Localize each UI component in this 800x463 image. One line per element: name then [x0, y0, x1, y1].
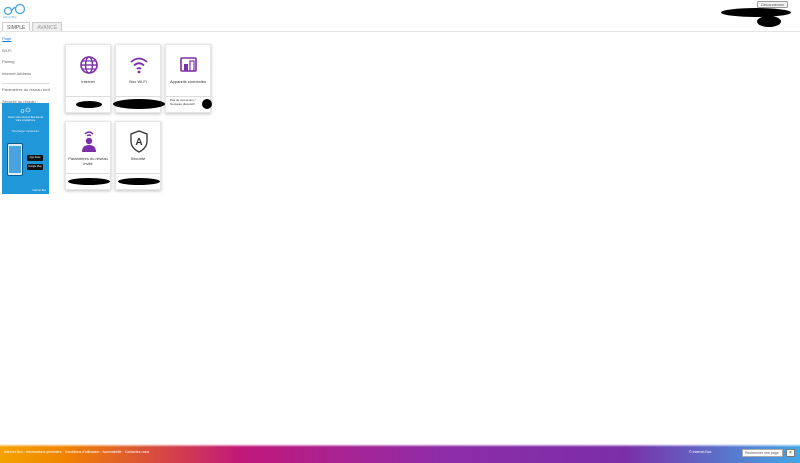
footer-search-input[interactable]: Rechercher une page — [742, 449, 783, 457]
sidebar-item-address[interactable]: Internet Address — [2, 71, 50, 83]
logo-subtext: Internet Box — [3, 16, 17, 19]
close-button[interactable]: × — [786, 449, 795, 457]
redacted-value — [113, 99, 165, 109]
guest-network-icon — [82, 131, 96, 152]
sidebar-item-guest-network[interactable]: Paramètres du réseau invité — [2, 87, 50, 99]
tile-guest-network[interactable]: Paramètres du réseau invité — [65, 121, 111, 190]
tile-label: Box Wi-Fi — [129, 79, 147, 84]
tile-connected-devices[interactable]: Appareils connectés Pas de connexion / N… — [165, 44, 212, 113]
svg-text:A: A — [135, 137, 142, 148]
redacted-value — [118, 178, 160, 185]
promo-footer: Internet Box — [32, 189, 46, 192]
tile-label: Appareils connectés — [169, 79, 207, 84]
redacted-value — [68, 178, 110, 185]
tile-internet[interactable]: Internet — [65, 44, 111, 113]
tile-label: Paramètres du réseau invité — [68, 156, 108, 166]
google-play-badge[interactable]: Google Play — [27, 164, 43, 170]
devices-icon — [180, 57, 197, 72]
tile-label: Sécurité — [130, 156, 146, 161]
footer-copyright: © Internet Box — [689, 450, 712, 454]
security-icon: A — [130, 130, 148, 153]
page: Internet Box SIMPLE AVANCÉ Déconnexion P… — [0, 0, 800, 463]
promo-logo-icon — [20, 107, 31, 113]
sidebar-divider — [2, 83, 50, 84]
sidebar-item-wifi[interactable]: Wi-Fi — [2, 48, 50, 60]
redacted-value — [202, 99, 212, 109]
tile-label: Internet — [81, 79, 95, 84]
app-store-badge[interactable]: App Store — [27, 155, 43, 161]
logout-button[interactable]: Déconnexion — [757, 1, 789, 8]
tile-wifi[interactable]: Box Wi-Fi — [113, 44, 165, 113]
app-promo-banner[interactable]: Gérez votre Internet Box depuis votre sm… — [2, 103, 49, 194]
redacted-username-tail — [757, 16, 781, 27]
header-divider — [0, 31, 800, 32]
wifi-icon — [130, 57, 148, 74]
sidebar: Page Wi-Fi Pairing Internet Address Para… — [2, 36, 50, 110]
sidebar-item-pairing[interactable]: Pairing — [2, 59, 50, 71]
promo-subline: Téléchargez l'application — [11, 130, 40, 133]
redacted-username — [721, 8, 791, 17]
redacted-value — [76, 101, 102, 108]
footer-fade — [0, 444, 800, 447]
promo-headline: Gérez votre Internet Box depuis votre sm… — [7, 116, 44, 122]
footer-links[interactable]: Internet Box · Informations générales · … — [4, 450, 149, 454]
sidebar-item-page[interactable]: Page — [2, 36, 50, 48]
tile-security[interactable]: A Sécurité — [115, 121, 161, 190]
globe-icon — [80, 56, 98, 74]
phone-illustration — [7, 143, 23, 176]
